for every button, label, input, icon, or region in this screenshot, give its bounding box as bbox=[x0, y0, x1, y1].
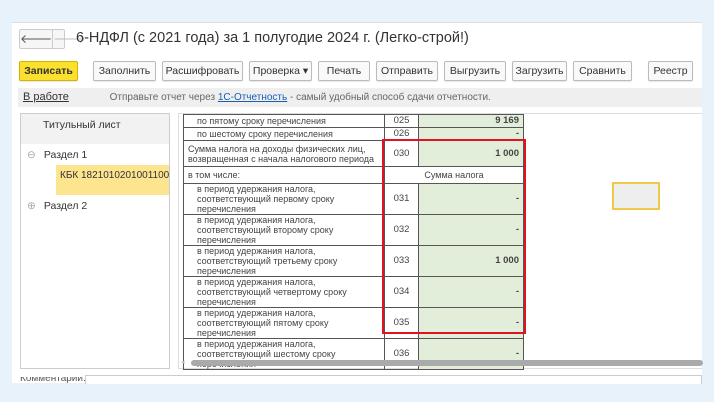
collapse-icon[interactable]: ⊖ bbox=[27, 149, 36, 161]
section1-label: Раздел 1 bbox=[43, 149, 88, 161]
send-button[interactable]: Отправить bbox=[376, 61, 438, 81]
selected-cell[interactable] bbox=[612, 182, 660, 210]
row-label: в период удержания налога, соответствующ… bbox=[183, 183, 385, 215]
status-link[interactable]: В работе bbox=[23, 91, 69, 103]
back-button[interactable]: 🡐 bbox=[20, 30, 52, 48]
row-label: в период удержания налога, соответствующ… bbox=[183, 276, 385, 308]
row-code: 025 bbox=[384, 114, 419, 128]
save-button[interactable]: Записать bbox=[19, 61, 78, 81]
print-button[interactable]: Печать bbox=[318, 61, 370, 81]
tree-item-section2[interactable]: ⊕ Раздел 2 bbox=[21, 195, 169, 216]
comment-input[interactable] bbox=[85, 375, 702, 384]
row-label: Сумма налога на доходы физических лиц, в… bbox=[183, 140, 385, 167]
compare-button[interactable]: Сравнить bbox=[573, 61, 632, 81]
info-bar: В работе Отправьте отчет через 1С-Отчетн… bbox=[18, 88, 702, 107]
check-dropdown-button[interactable]: Проверка ▾ bbox=[249, 61, 312, 81]
row-label: в период удержания налога, соответствующ… bbox=[183, 245, 385, 277]
row-value-cell[interactable]: 9 169 bbox=[418, 114, 524, 128]
expand-icon[interactable]: ⊕ bbox=[27, 200, 36, 212]
table-row: по пятому сроку перечисления 025 9 169 bbox=[183, 114, 524, 128]
row-label: в период удержания налога, соответствующ… bbox=[183, 307, 385, 339]
section2-label: Раздел 2 bbox=[43, 200, 88, 212]
report-form: по пятому сроку перечисления 025 9 169 по … bbox=[178, 113, 703, 370]
report-window: 🡐 🡒 6-НДФЛ (с 2021 года) за 1 полугодие … bbox=[12, 22, 703, 384]
horizontal-scrollbar[interactable] bbox=[191, 360, 703, 366]
page-title: 6-НДФЛ (с 2021 года) за 1 полугодие 2024… bbox=[76, 30, 469, 46]
reporting-link[interactable]: 1С-Отчетность bbox=[218, 92, 287, 103]
fill-button[interactable]: Заполнить bbox=[93, 61, 156, 81]
tree-item-section1[interactable]: ⊖ Раздел 1 bbox=[21, 144, 169, 165]
import-button[interactable]: Загрузить bbox=[512, 61, 567, 81]
info-text-after: - самый удобный способ сдачи отчетности. bbox=[287, 92, 491, 103]
decode-button[interactable]: Расшифровать bbox=[162, 61, 243, 81]
tree-item-kbk[interactable]: КБК 18210102010011000 bbox=[56, 165, 169, 195]
row-label: по шестому сроку перечисления bbox=[183, 127, 385, 141]
nav-buttons: 🡐 🡒 bbox=[19, 29, 85, 49]
row-label: в период удержания налога, соответствующ… bbox=[183, 214, 385, 246]
comment-label: Комментарий: bbox=[20, 377, 86, 384]
tree-item-title-sheet[interactable]: Титульный лист bbox=[21, 114, 169, 144]
export-button[interactable]: Выгрузить bbox=[444, 61, 506, 81]
scroll-left-arrow-icon[interactable]: ◂ bbox=[181, 358, 185, 366]
info-text-before: Отправьте отчет через bbox=[109, 92, 218, 103]
row-label: по пятому сроку перечисления bbox=[183, 114, 385, 128]
highlight-frame bbox=[382, 139, 526, 334]
sections-tree: Титульный лист ⊖ Раздел 1 КБК 18210102010… bbox=[20, 113, 170, 369]
subheader-label: в том числе: bbox=[183, 166, 385, 184]
registry-button[interactable]: Реестр bbox=[648, 61, 693, 81]
